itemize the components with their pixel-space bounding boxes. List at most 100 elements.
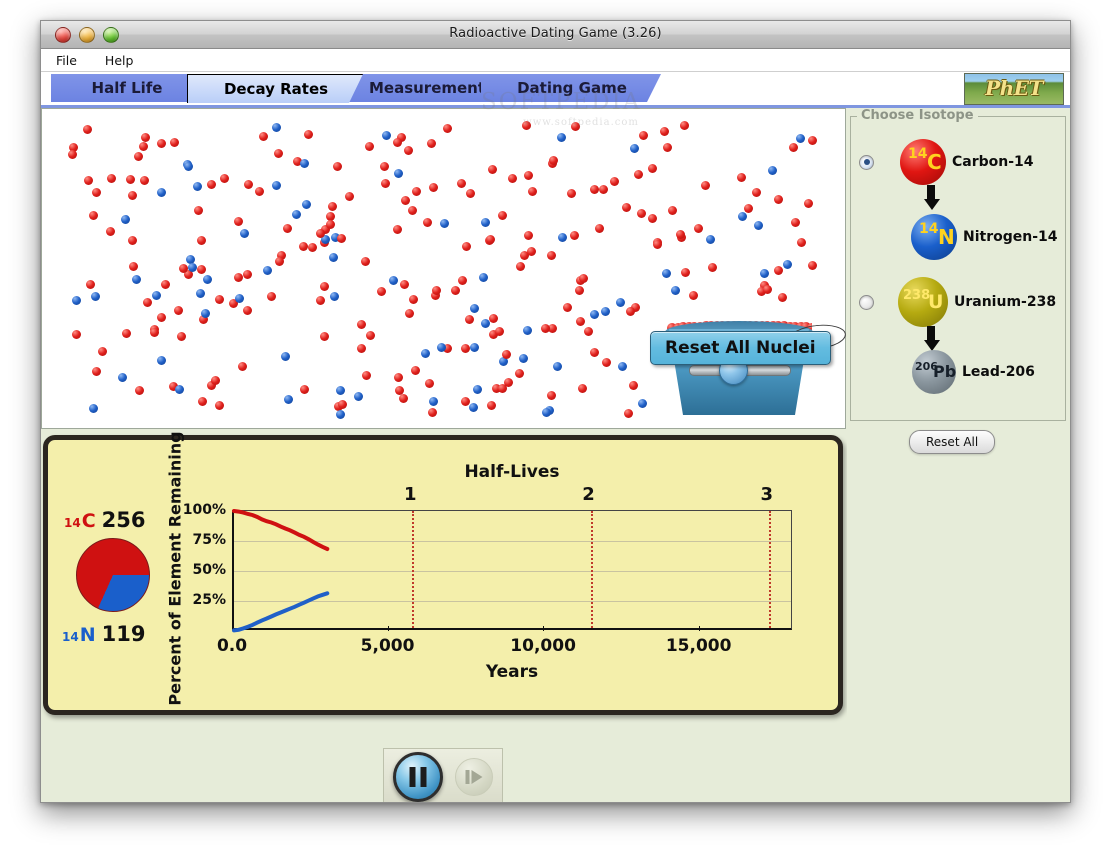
- nucleus[interactable]: [521, 120, 531, 130]
- nucleus[interactable]: [200, 309, 210, 319]
- nucleus[interactable]: [328, 252, 338, 262]
- nucleus[interactable]: [336, 233, 346, 243]
- nucleus[interactable]: [466, 188, 476, 198]
- nucleus[interactable]: [356, 320, 366, 329]
- nucleus[interactable]: [458, 275, 468, 285]
- nucleus[interactable]: [610, 176, 620, 186]
- nucleus[interactable]: [753, 220, 763, 230]
- nucleus[interactable]: [526, 247, 536, 257]
- nucleus[interactable]: [629, 143, 639, 153]
- nucleus[interactable]: [376, 287, 386, 297]
- nucleus[interactable]: [743, 203, 753, 213]
- reset-all-button[interactable]: Reset All: [909, 430, 996, 454]
- nucleus[interactable]: [175, 385, 185, 395]
- nucleus[interactable]: [152, 291, 161, 301]
- nucleus[interactable]: [616, 297, 626, 307]
- nucleus[interactable]: [184, 161, 194, 171]
- nucleus[interactable]: [120, 214, 130, 224]
- nucleus[interactable]: [220, 173, 230, 183]
- nucleus[interactable]: [336, 409, 346, 419]
- nucleus[interactable]: [523, 171, 533, 180]
- nucleus[interactable]: [157, 139, 167, 149]
- nucleus[interactable]: [98, 347, 107, 357]
- nucleus[interactable]: [503, 378, 513, 388]
- radio-uranium-238[interactable]: [859, 294, 874, 310]
- nucleus[interactable]: [667, 205, 677, 215]
- nucleus[interactable]: [808, 135, 818, 145]
- nucleus[interactable]: [634, 169, 644, 179]
- nucleus[interactable]: [274, 149, 284, 159]
- nucleus[interactable]: [105, 227, 115, 237]
- nucleus[interactable]: [345, 192, 355, 202]
- nucleus[interactable]: [160, 280, 170, 290]
- nucleus[interactable]: [760, 268, 770, 278]
- nucleus[interactable]: [156, 312, 166, 322]
- nucleus[interactable]: [234, 273, 243, 283]
- nucleus[interactable]: [84, 175, 93, 185]
- step-forward-button[interactable]: [455, 758, 493, 796]
- nucleus[interactable]: [239, 228, 249, 238]
- nucleus[interactable]: [546, 391, 556, 401]
- nucleus[interactable]: [308, 243, 318, 253]
- nucleus[interactable]: [629, 380, 639, 390]
- nucleus[interactable]: [282, 224, 292, 234]
- nucleus[interactable]: [670, 286, 680, 296]
- nucleus[interactable]: [197, 236, 207, 246]
- nucleus[interactable]: [92, 187, 102, 197]
- nucleus[interactable]: [361, 370, 371, 380]
- nucleus[interactable]: [439, 218, 449, 228]
- nucleus[interactable]: [788, 143, 798, 153]
- nucleus[interactable]: [768, 166, 778, 176]
- nucleus[interactable]: [407, 205, 417, 215]
- nucleus[interactable]: [501, 350, 511, 360]
- nucleus[interactable]: [541, 323, 551, 333]
- nucleus[interactable]: [381, 179, 391, 189]
- nucleus[interactable]: [233, 216, 243, 226]
- nucleus[interactable]: [170, 137, 180, 147]
- isotope-option-carbon-14[interactable]: 14 C Carbon-14: [859, 139, 1034, 185]
- nucleus[interactable]: [244, 180, 254, 190]
- nucleus[interactable]: [177, 332, 187, 341]
- nucleus[interactable]: [807, 260, 817, 270]
- nucleus[interactable]: [207, 179, 217, 189]
- nucleus[interactable]: [790, 218, 800, 228]
- nucleus[interactable]: [556, 133, 566, 143]
- nucleus[interactable]: [460, 344, 470, 353]
- nucleus[interactable]: [602, 358, 612, 368]
- nucleus[interactable]: [139, 176, 149, 186]
- nucleus[interactable]: [91, 367, 101, 376]
- nucleus[interactable]: [590, 347, 599, 357]
- nucleus[interactable]: [156, 356, 166, 366]
- isotope-option-uranium-238[interactable]: 238 U Uranium-238: [859, 277, 1056, 327]
- nucleus[interactable]: [487, 164, 497, 174]
- nucleus[interactable]: [254, 187, 264, 197]
- nucleus[interactable]: [638, 399, 647, 409]
- nucleus[interactable]: [365, 331, 375, 341]
- nucleus[interactable]: [140, 133, 150, 143]
- nucleus[interactable]: [542, 408, 552, 418]
- nucleus[interactable]: [242, 305, 252, 315]
- nucleus[interactable]: [139, 142, 148, 152]
- nucleus[interactable]: [336, 385, 345, 395]
- nucleus[interactable]: [401, 195, 410, 205]
- nucleus[interactable]: [284, 394, 294, 404]
- nucleus[interactable]: [195, 288, 205, 298]
- nucleus[interactable]: [337, 399, 347, 409]
- nucleus[interactable]: [552, 361, 562, 371]
- nucleus[interactable]: [508, 174, 517, 184]
- nucleus[interactable]: [71, 329, 81, 339]
- nucleus[interactable]: [203, 275, 213, 285]
- nucleus[interactable]: [429, 183, 439, 193]
- nucleus[interactable]: [472, 385, 482, 395]
- nucleus[interactable]: [736, 172, 746, 182]
- nucleus[interactable]: [365, 141, 374, 151]
- nucleus[interactable]: [211, 376, 221, 386]
- nucleus[interactable]: [469, 403, 478, 413]
- nucleus[interactable]: [86, 279, 96, 289]
- nucleus[interactable]: [773, 195, 783, 204]
- tab-dating-game[interactable]: Dating Game: [481, 74, 661, 102]
- nucleus[interactable]: [315, 228, 325, 238]
- nucleus[interactable]: [523, 325, 532, 335]
- nucleus[interactable]: [330, 291, 340, 301]
- nucleus[interactable]: [129, 261, 139, 271]
